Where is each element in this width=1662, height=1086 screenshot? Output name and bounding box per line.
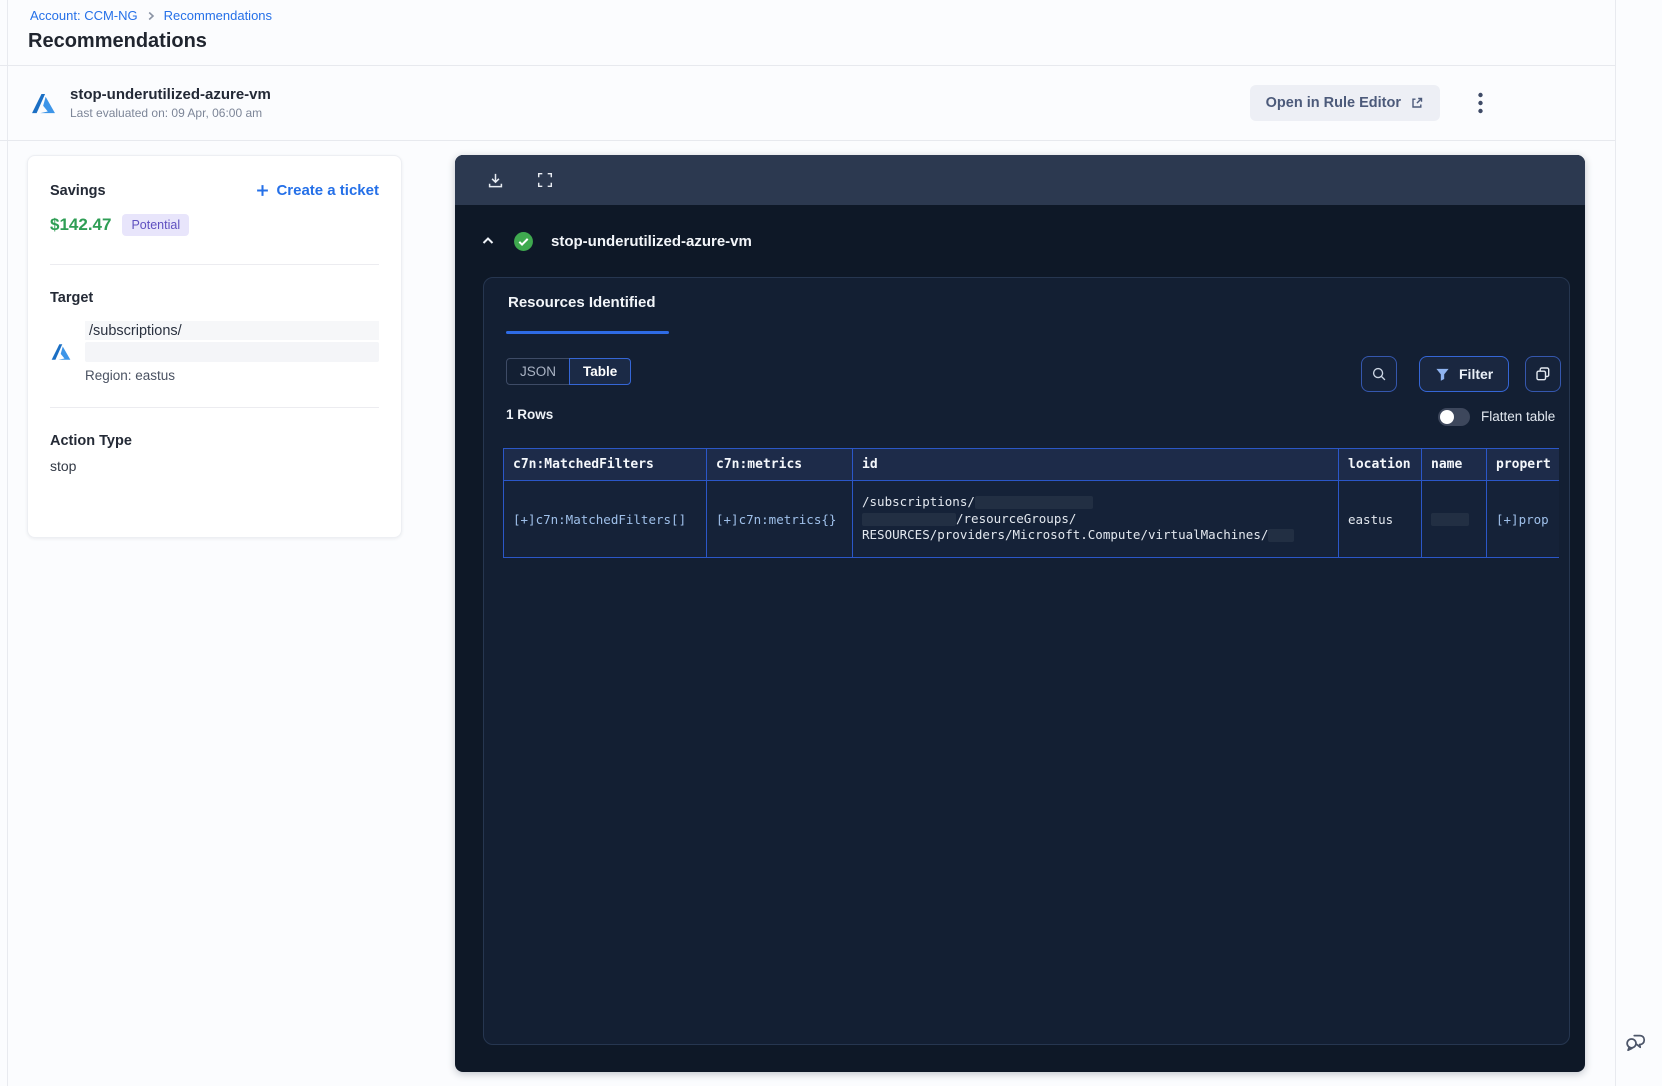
azure-logo-icon — [30, 90, 57, 117]
target-label: Target — [50, 290, 94, 306]
col-header-matched-filters[interactable]: c7n:MatchedFilters — [503, 448, 707, 481]
filter-button[interactable]: Filter — [1419, 356, 1510, 392]
breadcrumb: Account: CCM-NG Recommendations — [30, 8, 272, 23]
breadcrumb-account-link[interactable]: Account: CCM-NG — [30, 8, 138, 23]
fullscreen-icon[interactable] — [535, 170, 555, 190]
cell-matched-filters[interactable]: [+]c7n:MatchedFilters[] — [503, 481, 707, 558]
collapse-chevron-icon[interactable] — [480, 233, 496, 249]
copy-button[interactable] — [1525, 356, 1561, 392]
rule-title: stop-underutilized-azure-vm — [70, 86, 271, 103]
rule-header-divider — [0, 140, 1615, 141]
flatten-table-label: Flatten table — [1481, 409, 1556, 424]
action-type-label: Action Type — [50, 433, 132, 449]
id-redacted-1 — [974, 496, 1093, 509]
cell-location[interactable]: eastus — [1338, 481, 1422, 558]
target-region: Region: eastus — [85, 368, 176, 383]
col-header-metrics[interactable]: c7n:metrics — [706, 448, 853, 481]
results-panel: stop-underutilized-azure-vm Resources Id… — [455, 155, 1585, 1072]
chat-bubbles-icon[interactable] — [1622, 1028, 1650, 1056]
tab-resources-identified[interactable]: Resources Identified — [508, 294, 656, 311]
col-header-location[interactable]: location — [1338, 448, 1422, 481]
download-icon[interactable] — [485, 170, 505, 190]
table-row: [+]c7n:MatchedFilters[] [+]c7n:metrics{}… — [503, 481, 1559, 558]
view-toggle-table[interactable]: Table — [569, 358, 632, 385]
potential-badge: Potential — [122, 214, 190, 236]
card-divider — [50, 264, 379, 265]
azure-target-icon — [50, 341, 72, 363]
toggle-knob — [1440, 410, 1454, 424]
right-rail-divider — [1615, 0, 1616, 1086]
id-line-1: /subscriptions/ — [862, 494, 975, 510]
more-options-menu-button[interactable] — [1470, 91, 1490, 115]
filter-label: Filter — [1459, 366, 1494, 382]
cell-id[interactable]: /subscriptions/ /resourceGroups/ RESOURC… — [852, 481, 1339, 558]
left-edge-divider — [7, 0, 8, 1086]
card-divider-2 — [50, 407, 379, 408]
savings-label: Savings — [50, 182, 106, 199]
resources-table: c7n:MatchedFilters c7n:metrics id locati… — [503, 448, 1559, 558]
id-line-3: RESOURCES/providers/Microsoft.Compute/vi… — [862, 527, 1269, 543]
id-redacted-2 — [862, 512, 956, 526]
panel-rule-row: stop-underutilized-azure-vm — [455, 205, 1585, 277]
target-row: /subscriptions/ Region: eastus — [50, 321, 379, 383]
breadcrumb-page-link[interactable]: Recommendations — [164, 8, 272, 23]
recommendations-page: Account: CCM-NG Recommendations Recommen… — [0, 0, 1662, 1086]
col-header-name[interactable]: name — [1421, 448, 1487, 481]
panel-rule-title: stop-underutilized-azure-vm — [551, 232, 752, 250]
plus-icon — [256, 184, 269, 197]
create-ticket-button[interactable]: Create a ticket — [256, 182, 379, 199]
id-redacted-3 — [1268, 529, 1295, 542]
filter-icon — [1435, 367, 1450, 382]
panel-toolbar — [455, 155, 1585, 205]
rule-header: stop-underutilized-azure-vm Last evaluat… — [0, 66, 1585, 140]
page-title: Recommendations — [28, 30, 207, 52]
savings-card: Savings Create a ticket $142.47 Potentia… — [27, 155, 402, 538]
cell-properties[interactable]: [+]prop — [1486, 481, 1559, 558]
name-redacted — [1431, 512, 1469, 526]
target-redacted-value — [85, 342, 379, 362]
breadcrumb-separator-icon — [146, 11, 156, 21]
savings-amount: $142.47 — [50, 215, 112, 234]
resources-table-wrap: c7n:MatchedFilters c7n:metrics id locati… — [503, 448, 1559, 563]
tab-active-underline — [506, 331, 669, 334]
open-in-rule-editor-label: Open in Rule Editor — [1265, 95, 1401, 111]
create-ticket-label: Create a ticket — [276, 182, 379, 199]
id-line-2: /resourceGroups/ — [956, 510, 1077, 526]
cell-metrics[interactable]: [+]c7n:metrics{} — [706, 481, 853, 558]
view-toggle-json[interactable]: JSON — [506, 358, 571, 385]
open-in-rule-editor-button[interactable]: Open in Rule Editor — [1249, 85, 1440, 121]
success-check-icon — [513, 231, 534, 252]
col-header-properties[interactable]: propert — [1486, 448, 1559, 481]
view-toggle: JSON Table — [506, 358, 632, 385]
rule-last-evaluated: Last evaluated on: 09 Apr, 06:00 am — [70, 106, 263, 120]
action-type-value: stop — [50, 458, 77, 474]
flatten-table-toggle[interactable] — [1438, 408, 1470, 426]
rule-header-text: stop-underutilized-azure-vm Last evaluat… — [70, 86, 271, 120]
table-header-row: c7n:MatchedFilters c7n:metrics id locati… — [503, 448, 1559, 481]
resources-identified-container: Resources Identified JSON Table Filter 1… — [483, 277, 1570, 1045]
rows-count: 1 Rows — [506, 407, 554, 422]
col-header-id[interactable]: id — [852, 448, 1339, 481]
cell-name[interactable] — [1421, 481, 1487, 558]
external-link-icon — [1410, 96, 1424, 110]
target-path: /subscriptions/ — [85, 321, 379, 340]
search-button[interactable] — [1361, 356, 1397, 392]
